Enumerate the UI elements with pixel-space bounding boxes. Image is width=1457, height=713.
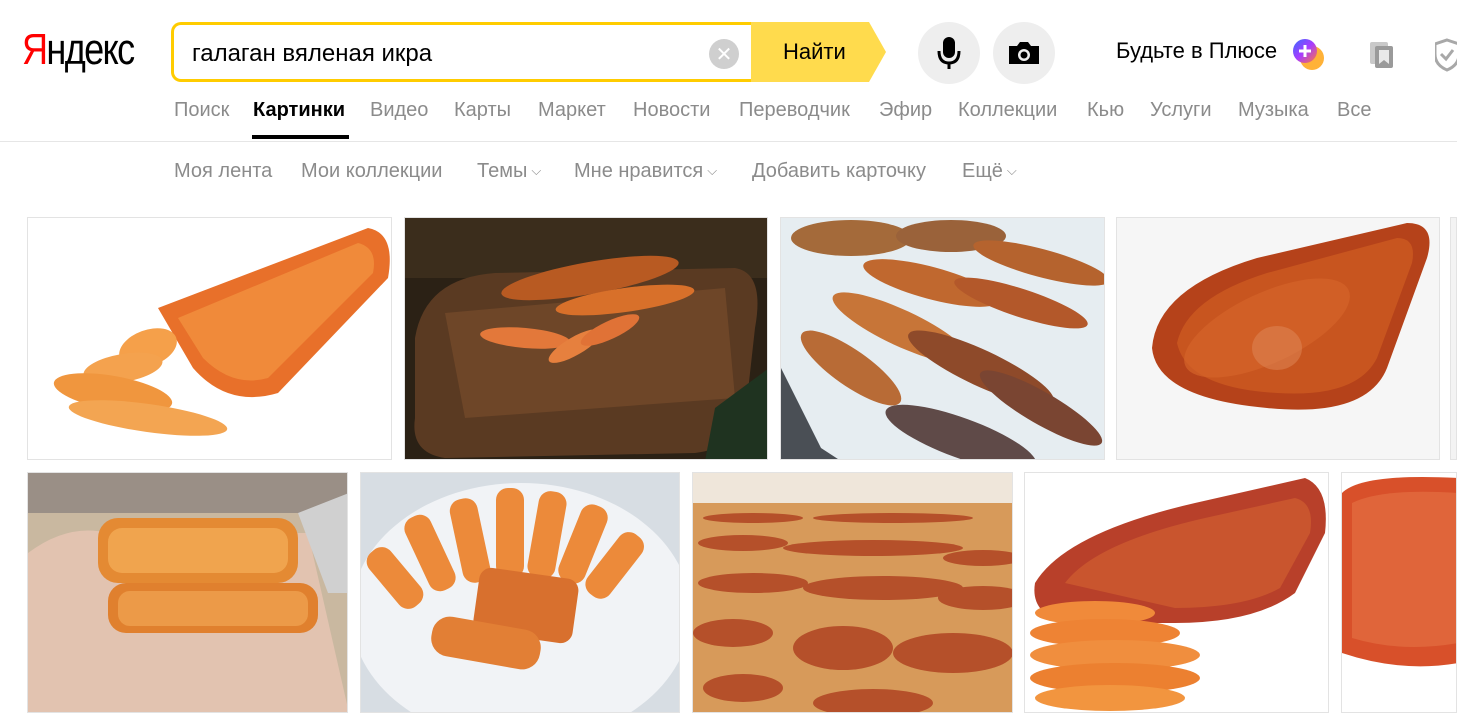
image-result[interactable] bbox=[1116, 217, 1440, 460]
nav-item-efir[interactable]: Эфир bbox=[879, 99, 932, 122]
camera-icon bbox=[1009, 42, 1039, 64]
image-result[interactable] bbox=[692, 472, 1013, 713]
active-tab-underline bbox=[252, 135, 349, 139]
image-result[interactable] bbox=[1024, 472, 1329, 713]
chevron-down-icon: ⌵ bbox=[531, 163, 542, 178]
result-image-dried-roe-sliced bbox=[28, 218, 391, 459]
shield-icon[interactable] bbox=[1435, 38, 1457, 72]
plus-badge-icon bbox=[1293, 39, 1324, 70]
result-image-roe-with-slices bbox=[1025, 473, 1328, 712]
nav-item-market[interactable]: Маркет bbox=[538, 99, 606, 122]
image-result[interactable] bbox=[27, 217, 392, 460]
result-image-roe-on-table bbox=[781, 218, 1104, 459]
logo-text: ндекс bbox=[46, 25, 135, 74]
yandex-logo[interactable]: Яндекс bbox=[22, 25, 135, 74]
microphone-icon bbox=[937, 37, 961, 69]
subnav-my-feed[interactable]: Моя лента bbox=[174, 160, 272, 183]
chevron-down-icon: ⌵ bbox=[707, 163, 718, 178]
search-input[interactable] bbox=[190, 38, 694, 70]
result-image-roe-closeup bbox=[1342, 473, 1456, 712]
result-image-roe-drying-racks bbox=[693, 473, 1012, 712]
subnav-liked[interactable]: Мне нравится ⌵ bbox=[574, 160, 717, 183]
collections-icon[interactable] bbox=[1366, 38, 1398, 70]
image-result[interactable] bbox=[780, 217, 1105, 460]
plus-promo-label: Будьте в Плюсе bbox=[1116, 38, 1278, 63]
subnav-add-card[interactable]: Добавить карточку bbox=[752, 160, 926, 183]
nav-item-images[interactable]: Картинки bbox=[253, 99, 345, 122]
header-divider bbox=[0, 141, 1457, 142]
nav-item-news[interactable]: Новости bbox=[633, 99, 710, 122]
subnav-liked-label: Мне нравится bbox=[574, 160, 704, 182]
clear-icon[interactable]: ✕ bbox=[709, 39, 739, 69]
image-search-button[interactable] bbox=[993, 22, 1055, 84]
image-result[interactable] bbox=[360, 472, 680, 713]
nav-item-q[interactable]: Кью bbox=[1087, 99, 1124, 122]
chevron-down-icon: ⌵ bbox=[1006, 163, 1017, 178]
image-result[interactable] bbox=[1341, 472, 1457, 713]
find-button-label: Найти bbox=[783, 39, 846, 64]
nav-item-video[interactable]: Видео bbox=[370, 99, 428, 122]
image-result[interactable] bbox=[1450, 217, 1457, 460]
nav-item-music[interactable]: Музыка bbox=[1238, 99, 1309, 122]
find-button[interactable]: Найти bbox=[751, 22, 886, 82]
nav-item-search[interactable]: Поиск bbox=[174, 99, 229, 122]
subnav-themes-label: Темы bbox=[477, 160, 528, 182]
result-image-roe-on-plate bbox=[361, 473, 679, 712]
result-image-glossy-roe bbox=[1117, 218, 1439, 459]
search-bar: ✕ Найти bbox=[171, 22, 886, 82]
voice-search-button[interactable] bbox=[918, 22, 980, 84]
nav-item-all[interactable]: Все bbox=[1337, 99, 1371, 122]
nav-item-translator[interactable]: Переводчик bbox=[739, 99, 850, 122]
result-image-roe-on-board bbox=[405, 218, 767, 459]
subnav-my-collections[interactable]: Мои коллекции bbox=[301, 160, 442, 183]
subnav-themes[interactable]: Темы ⌵ bbox=[477, 160, 541, 183]
image-result[interactable] bbox=[27, 472, 348, 713]
search-box: ✕ bbox=[171, 22, 751, 82]
result-image-roe-in-hand bbox=[28, 473, 347, 712]
subnav-more[interactable]: Ещё ⌵ bbox=[962, 160, 1017, 183]
logo-letter-ya: Я bbox=[22, 25, 48, 74]
nav-item-maps[interactable]: Карты bbox=[454, 99, 511, 122]
plus-promo-link[interactable]: Будьте в Плюсе bbox=[1116, 38, 1277, 64]
image-result[interactable] bbox=[404, 217, 768, 460]
nav-item-services[interactable]: Услуги bbox=[1150, 99, 1212, 122]
nav-item-collections[interactable]: Коллекции bbox=[958, 99, 1057, 122]
subnav-more-label: Ещё bbox=[962, 160, 1003, 182]
